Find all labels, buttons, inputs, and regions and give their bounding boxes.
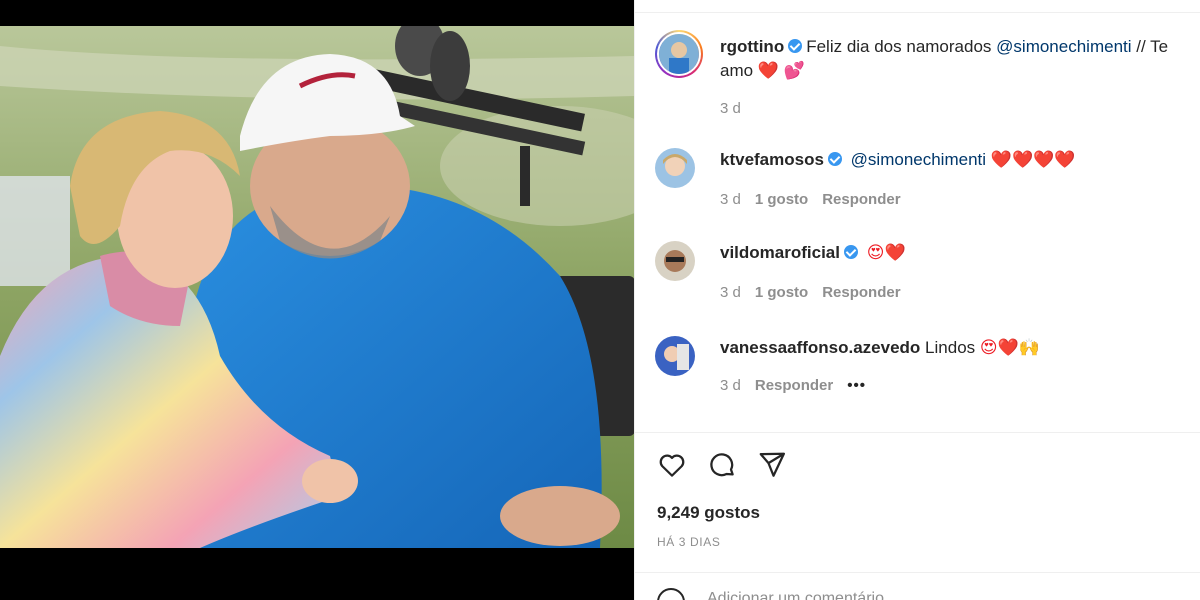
comment-time[interactable]: 3 d — [720, 191, 741, 208]
couple-photo-illustration — [0, 26, 634, 548]
more-options-icon[interactable]: ••• — [847, 377, 866, 394]
post-photo[interactable] — [0, 26, 634, 548]
commenter-avatar-image — [655, 241, 695, 281]
comment-meta: 3 d 1 gosto Responder — [720, 191, 915, 208]
paper-plane-icon[interactable] — [757, 450, 787, 480]
comment-mention[interactable]: @simonechimenti — [851, 150, 986, 169]
comment-text-line: vanessaaffonso.azevedo Lindos 😍❤️🙌 — [720, 336, 1200, 360]
reply-button[interactable]: Responder — [822, 191, 900, 208]
comment-likes[interactable]: 1 gosto — [755, 191, 808, 208]
post-media[interactable] — [0, 0, 634, 600]
caption-line-1: rgottino Feliz dia dos namorados @simonec… — [720, 35, 1200, 59]
comments-panel: rgottino Feliz dia dos namorados @simonec… — [634, 0, 1200, 600]
comment-item: vanessaaffonso.azevedo Lindos 😍❤️🙌 3 d Re… — [655, 333, 1200, 403]
comment-text: Lindos — [925, 338, 976, 357]
actions-divider — [635, 432, 1200, 433]
reply-button[interactable]: Responder — [755, 377, 833, 394]
commenter-avatar[interactable] — [655, 148, 695, 188]
commenter-avatar-image — [655, 148, 695, 188]
comment-emoji: 😍❤️🙌 — [979, 338, 1040, 358]
smiley-icon[interactable] — [657, 588, 685, 600]
red-heart-emoji: ❤️ — [757, 61, 779, 81]
comment-emoji: ❤️❤️❤️❤️ — [990, 150, 1076, 170]
post-caption: rgottino Feliz dia dos namorados @simonec… — [655, 30, 1200, 117]
likes-count[interactable]: 9,249 gostos — [657, 503, 760, 523]
composer-divider — [635, 572, 1200, 573]
caption-text: Feliz dia dos namorados — [806, 37, 992, 56]
comment-input[interactable]: Adicionar um comentário... — [707, 590, 897, 600]
comment-username[interactable]: vildomaroficial — [720, 243, 840, 262]
comment-meta: 3 d 1 gosto Responder — [720, 284, 915, 301]
caption-line-2: amo ❤️ 💕 — [720, 59, 1200, 83]
comment-likes[interactable]: 1 gosto — [755, 284, 808, 301]
author-avatar-image — [659, 34, 699, 74]
verified-icon — [827, 152, 842, 166]
comment-bubble-icon[interactable] — [707, 450, 737, 480]
caption-line2-text: amo — [720, 61, 754, 80]
author-username[interactable]: rgottino — [720, 37, 784, 56]
two-hearts-emoji: 💕 — [783, 61, 805, 81]
reply-button[interactable]: Responder — [822, 284, 900, 301]
commenter-avatar-image — [655, 336, 695, 376]
comment-username[interactable]: vanessaaffonso.azevedo — [720, 338, 920, 357]
verified-icon — [843, 245, 858, 259]
comment-text-line: vildomaroficial 😍❤️ — [720, 241, 1200, 265]
caption-meta: 3 d — [720, 100, 755, 117]
comment-item: vildomaroficial 😍❤️ 3 d 1 gosto Responder — [655, 238, 1200, 308]
caption-time[interactable]: 3 d — [720, 100, 741, 117]
caption-tail: // Te — [1136, 37, 1169, 56]
heart-outline-icon[interactable] — [657, 450, 687, 480]
comment-emoji: 😍❤️ — [866, 243, 906, 263]
comment-username[interactable]: ktvefamosos — [720, 150, 824, 169]
commenter-avatar[interactable] — [655, 241, 695, 281]
commenter-avatar[interactable] — [655, 336, 695, 376]
author-avatar[interactable] — [655, 30, 703, 78]
header-divider — [635, 12, 1200, 13]
comment-meta: 3 d Responder ••• — [720, 377, 880, 394]
caption-mention[interactable]: @simonechimenti — [996, 37, 1131, 56]
comment-item: ktvefamosos @simonechimenti ❤️❤️❤️❤️ 3 d… — [655, 145, 1200, 215]
verified-icon — [788, 39, 803, 53]
comment-time[interactable]: 3 d — [720, 377, 741, 394]
comment-time[interactable]: 3 d — [720, 284, 741, 301]
comment-text-line: ktvefamosos @simonechimenti ❤️❤️❤️❤️ — [720, 148, 1200, 172]
post-date: HÁ 3 DIAS — [657, 535, 721, 549]
